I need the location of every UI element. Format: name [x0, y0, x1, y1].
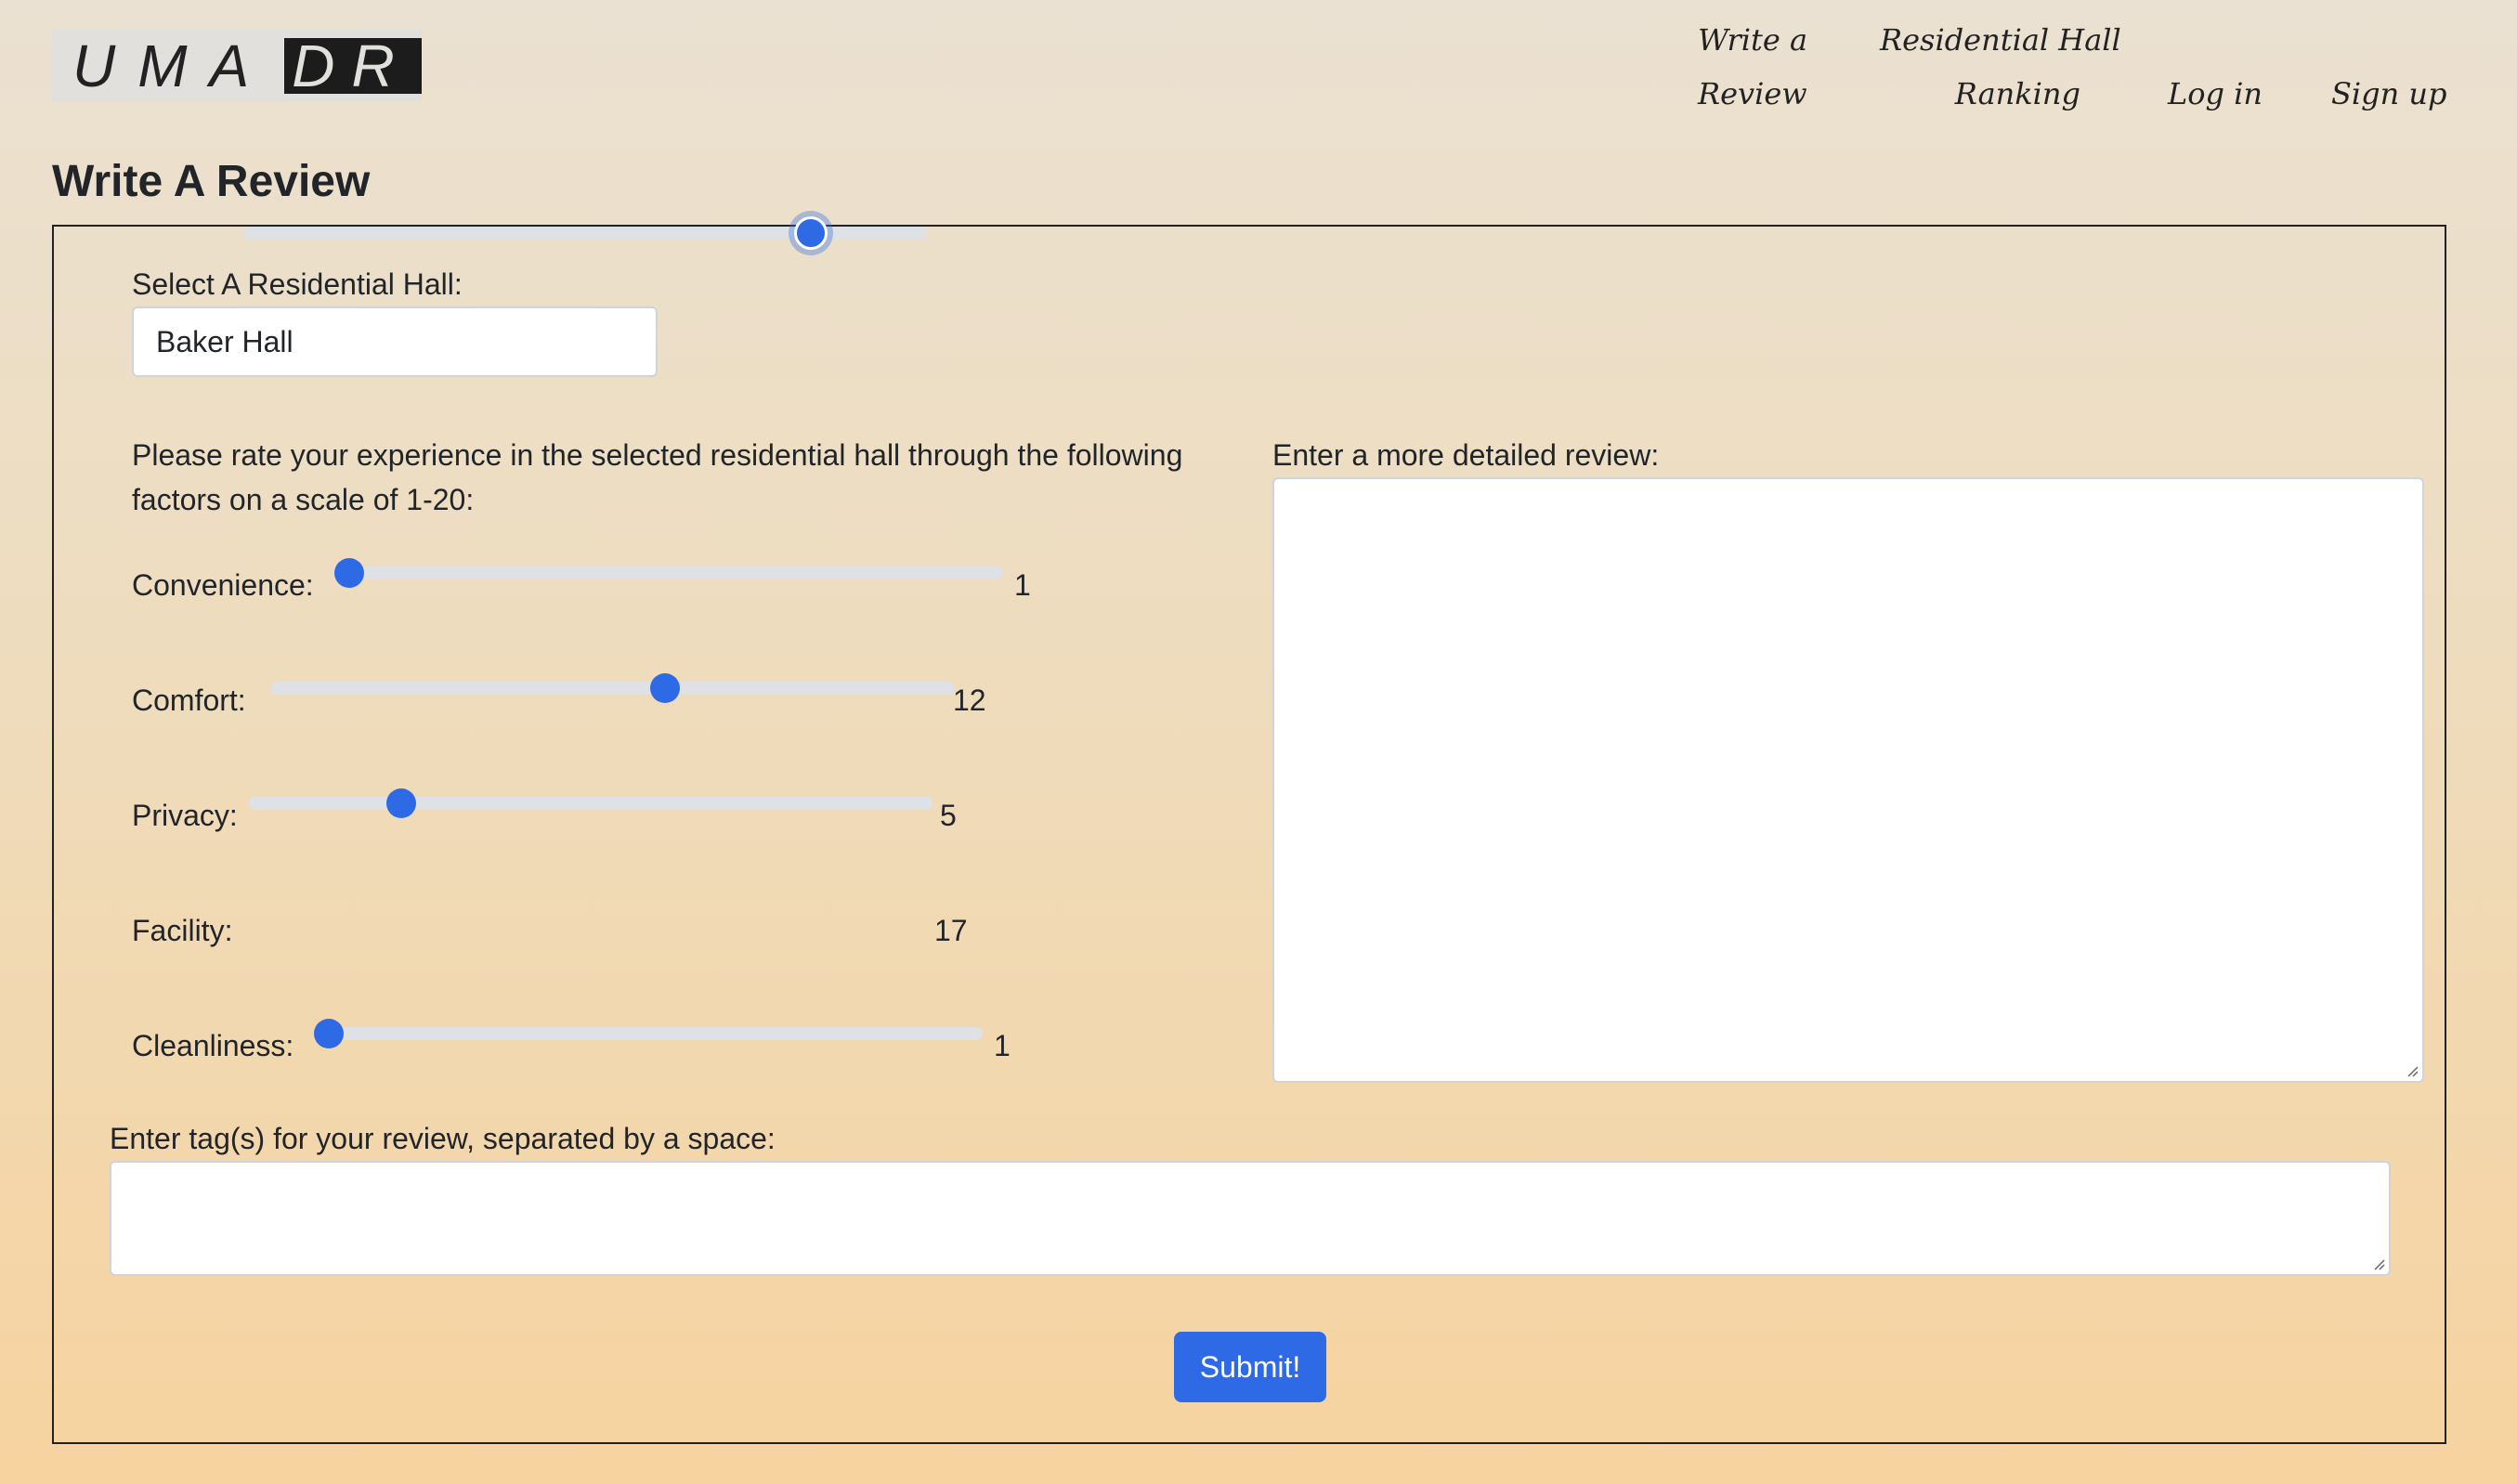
nav-write-review-line1: Write a	[1698, 22, 1808, 58]
privacy-label: Privacy:	[132, 799, 238, 832]
site-logo[interactable]: UMA DR	[52, 30, 422, 102]
hall-select[interactable]: Baker Hall	[132, 306, 658, 377]
privacy-value: 5	[940, 799, 957, 832]
cleanliness-slider-thumb[interactable]	[314, 1019, 344, 1048]
tags-textarea[interactable]	[110, 1161, 2391, 1276]
cleanliness-slider[interactable]	[314, 1019, 983, 1048]
review-textarea[interactable]	[1272, 477, 2424, 1083]
nav-ranking-line1: Residential Hall	[1880, 22, 2121, 58]
comfort-label: Comfort:	[132, 683, 246, 717]
comfort-slider[interactable]	[271, 673, 955, 703]
nav-signup[interactable]: Sign up	[2331, 67, 2447, 121]
comfort-value: 12	[953, 683, 986, 717]
facility-slider[interactable]	[243, 216, 927, 250]
privacy-slider-thumb[interactable]	[386, 788, 417, 818]
facility-label: Facility:	[132, 914, 233, 947]
tags-label: Enter tag(s) for your review, separated …	[110, 1122, 776, 1155]
resize-handle-icon[interactable]	[2372, 1257, 2385, 1270]
nav-write-review[interactable]: Write a Review	[1698, 13, 1808, 121]
review-form: Select A Residential Hall: Baker Hall Pl…	[52, 216, 2446, 1444]
rating-intro-line1: Please rate your experience in the selec…	[132, 438, 1183, 472]
nav-ranking[interactable]: Residential Hall Ranking	[1880, 13, 2121, 121]
nav-write-review-line2: Review	[1698, 76, 1807, 111]
rating-intro-line2: factors on a scale of 1-20:	[132, 483, 475, 516]
facility-value: 17	[934, 914, 968, 947]
cleanliness-label: Cleanliness:	[132, 1029, 294, 1062]
page-title: Write A Review	[52, 157, 371, 206]
resize-handle-icon[interactable]	[2406, 1064, 2419, 1077]
review-label: Enter a more detailed review:	[1272, 438, 1660, 472]
comfort-slider-thumb[interactable]	[649, 673, 680, 703]
submit-button[interactable]: Submit!	[1174, 1332, 1326, 1402]
logo-text-uma: UMA	[72, 33, 272, 99]
hall-label: Select A Residential Hall:	[132, 267, 463, 301]
privacy-slider[interactable]	[249, 788, 932, 818]
convenience-value: 1	[1014, 568, 1031, 602]
cleanliness-value: 1	[994, 1029, 1011, 1062]
nav-ranking-line2: Ranking	[1954, 76, 2080, 111]
convenience-label: Convenience:	[132, 568, 314, 602]
convenience-slider[interactable]	[334, 558, 1003, 588]
convenience-slider-thumb[interactable]	[334, 558, 364, 588]
facility-slider-thumb[interactable]	[793, 216, 828, 250]
nav-login[interactable]: Log in	[2168, 67, 2263, 121]
logo-text-dr: DR	[284, 36, 422, 96]
